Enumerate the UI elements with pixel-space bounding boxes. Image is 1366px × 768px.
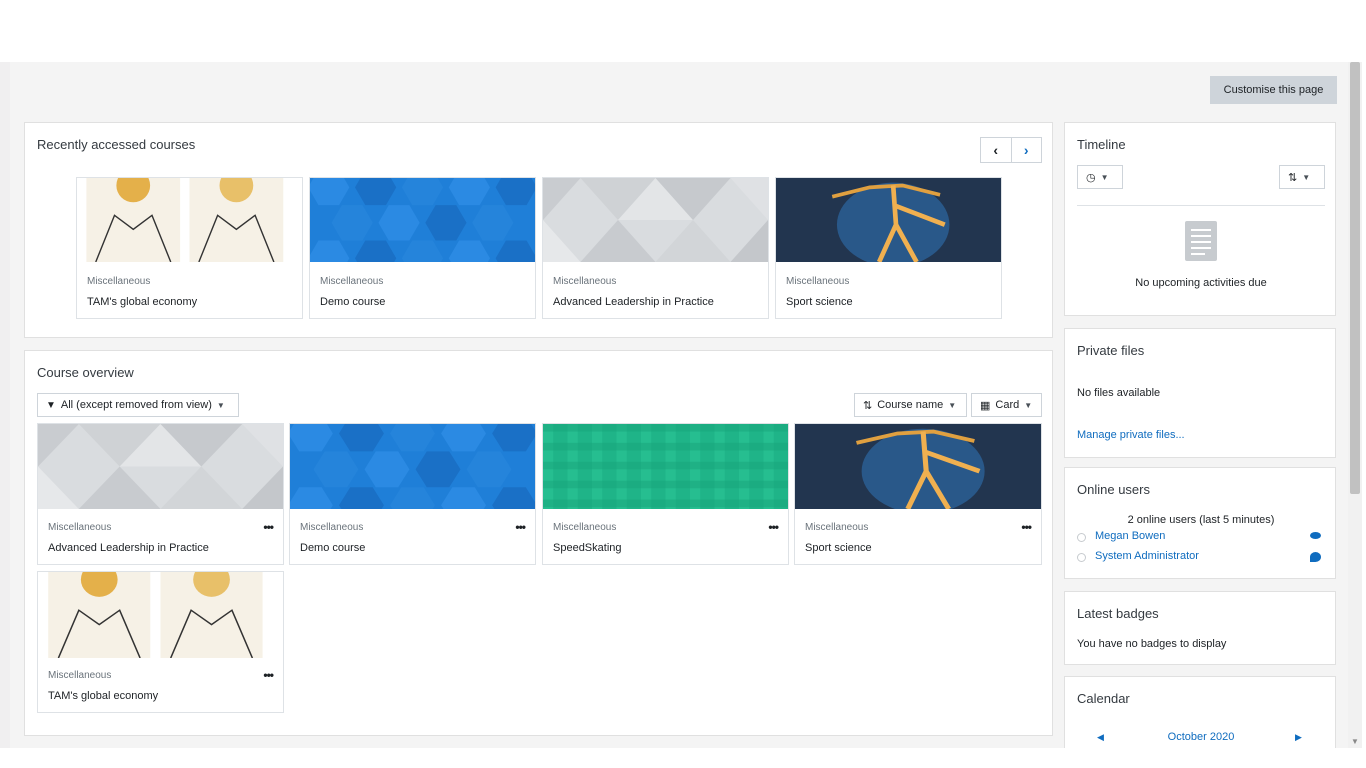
- left-edge-strip: [0, 62, 10, 748]
- page-region: Customise this page Recently accessed co…: [10, 62, 1348, 748]
- course-overview-title: Course overview: [37, 365, 134, 380]
- overview-course-card[interactable]: Miscellaneous ••• SpeedSkating: [542, 423, 789, 565]
- recently-accessed-title: Recently accessed courses: [37, 137, 196, 152]
- course-image-grey-triangles[interactable]: [543, 178, 768, 262]
- course-image-green-plaid[interactable]: [543, 424, 788, 509]
- manage-private-files-link[interactable]: Manage private files...: [1077, 429, 1185, 441]
- user-name-link[interactable]: System Administrator: [1095, 550, 1199, 562]
- clock-icon: ◷: [1086, 171, 1096, 184]
- sort-dropdown[interactable]: ⇅ Course name ▼: [854, 393, 967, 417]
- message-icon[interactable]: [1310, 552, 1321, 562]
- timeline-divider: [1077, 205, 1325, 206]
- next-arrow-button[interactable]: ›: [1012, 138, 1042, 162]
- course-name-link[interactable]: TAM's global economy: [48, 690, 158, 702]
- course-image-blue-hex[interactable]: [310, 178, 535, 262]
- sort-icon: ⇅: [1288, 171, 1298, 184]
- course-category: Miscellaneous: [805, 522, 869, 533]
- online-users-summary: 2 online users (last 5 minutes): [1127, 514, 1275, 526]
- user-avatar-icon: [1077, 553, 1086, 562]
- more-options-icon[interactable]: •••: [263, 520, 274, 534]
- course-name-link[interactable]: Advanced Leadership in Practice: [48, 542, 209, 554]
- latest-badges-block: Latest badges You have no badges to disp…: [1064, 591, 1336, 665]
- recent-course-card[interactable]: Miscellaneous TAM's global economy: [76, 177, 303, 319]
- more-options-icon[interactable]: •••: [1021, 520, 1032, 534]
- more-options-icon[interactable]: •••: [768, 520, 779, 534]
- online-users-block: Online users 2 online users (last 5 minu…: [1064, 467, 1336, 579]
- overview-course-card[interactable]: Miscellaneous ••• Advanced Leadership in…: [37, 423, 284, 565]
- course-category: Miscellaneous: [48, 670, 112, 681]
- course-overview-block: Course overview ▼ All (except removed fr…: [24, 350, 1053, 736]
- course-name-link[interactable]: SpeedSkating: [553, 542, 622, 554]
- filter-icon: ▼: [46, 399, 56, 411]
- private-files-empty: No files available: [1077, 387, 1161, 399]
- timeline-filter-dropdown[interactable]: ◷ ▼: [1077, 165, 1123, 189]
- calendar-title: Calendar: [1077, 691, 1130, 706]
- overview-course-card[interactable]: Miscellaneous ••• TAM's global economy: [37, 571, 284, 713]
- calendar-next-arrow[interactable]: ▶: [1295, 732, 1302, 743]
- timeline-sort-dropdown[interactable]: ⇅ ▼: [1279, 165, 1325, 189]
- prev-arrow-button[interactable]: ‹: [981, 138, 1012, 162]
- timeline-block: Timeline ◷ ▼ ⇅ ▼ No upcoming activities …: [1064, 122, 1336, 316]
- filter-dropdown[interactable]: ▼ All (except removed from view) ▼: [37, 393, 239, 417]
- timeline-title: Timeline: [1077, 137, 1126, 152]
- recent-course-card[interactable]: Miscellaneous Demo course: [309, 177, 536, 319]
- more-options-icon[interactable]: •••: [263, 668, 274, 682]
- sort-icon: ⇅: [863, 399, 873, 412]
- recent-course-card[interactable]: Miscellaneous Sport science: [775, 177, 1002, 319]
- more-options-icon[interactable]: •••: [515, 520, 526, 534]
- view-dropdown[interactable]: ▦ Card ▼: [971, 393, 1042, 417]
- caret-down-icon: ▼: [1100, 172, 1109, 182]
- grid-icon: ▦: [980, 399, 991, 412]
- online-users-title: Online users: [1077, 482, 1150, 497]
- caret-down-icon: ▼: [948, 400, 957, 410]
- overview-course-card[interactable]: Miscellaneous ••• Sport science: [794, 423, 1042, 565]
- course-category: Miscellaneous: [786, 276, 850, 287]
- overview-course-card[interactable]: Miscellaneous ••• Demo course: [289, 423, 536, 565]
- user-row: System Administrator: [1077, 550, 1325, 566]
- private-files-block: Private files No files available Manage …: [1064, 328, 1336, 458]
- scrollbar-thumb[interactable]: [1350, 62, 1360, 494]
- latest-badges-title: Latest badges: [1077, 606, 1159, 621]
- course-category: Miscellaneous: [320, 276, 384, 287]
- caret-down-icon: ▼: [1024, 400, 1033, 410]
- course-image-skeleton[interactable]: [795, 424, 1041, 509]
- course-image-skeleton[interactable]: [776, 178, 1001, 262]
- course-image-portrait[interactable]: [77, 178, 302, 262]
- course-category: Miscellaneous: [300, 522, 364, 533]
- user-name-link[interactable]: Megan Bowen: [1095, 530, 1165, 542]
- course-image-blue-hex[interactable]: [290, 424, 535, 509]
- caret-down-icon: ▼: [216, 400, 225, 410]
- course-name-link[interactable]: Demo course: [320, 296, 385, 308]
- course-name-link[interactable]: TAM's global economy: [87, 296, 197, 308]
- customise-page-button[interactable]: Customise this page: [1210, 76, 1337, 104]
- filter-label: All (except removed from view): [60, 399, 212, 411]
- course-category: Miscellaneous: [553, 276, 617, 287]
- calendar-block: Calendar ◀ October 2020 ▶: [1064, 676, 1336, 748]
- no-activities-icon: [1185, 221, 1217, 261]
- course-name-link[interactable]: Demo course: [300, 542, 365, 554]
- page-scrollbar[interactable]: ▼: [1348, 62, 1362, 748]
- private-files-title: Private files: [1077, 343, 1145, 358]
- user-row: Megan Bowen: [1077, 530, 1325, 546]
- course-category: Miscellaneous: [87, 276, 151, 287]
- timeline-empty-text: No upcoming activities due: [1135, 277, 1267, 289]
- course-category: Miscellaneous: [553, 522, 617, 533]
- user-avatar-icon: [1077, 533, 1086, 542]
- sort-label: Course name: [877, 399, 944, 411]
- recent-pagination: ‹ ›: [980, 137, 1042, 163]
- course-name-link[interactable]: Sport science: [805, 542, 872, 554]
- course-name-link[interactable]: Advanced Leadership in Practice: [553, 296, 714, 308]
- view-label: Card: [995, 399, 1020, 411]
- caret-down-icon: ▼: [1302, 172, 1311, 182]
- badges-empty-text: You have no badges to display: [1077, 638, 1227, 650]
- course-name-link[interactable]: Sport science: [786, 296, 853, 308]
- course-image-grey-triangles[interactable]: [38, 424, 283, 509]
- course-image-portrait[interactable]: [38, 572, 283, 658]
- recently-accessed-block: Recently accessed courses ‹ › Miscellane…: [24, 122, 1053, 338]
- course-category: Miscellaneous: [48, 522, 112, 533]
- recent-course-card[interactable]: Miscellaneous Advanced Leadership in Pra…: [542, 177, 769, 319]
- eye-icon[interactable]: [1310, 532, 1321, 539]
- scroll-down-arrow-icon[interactable]: ▼: [1351, 737, 1359, 746]
